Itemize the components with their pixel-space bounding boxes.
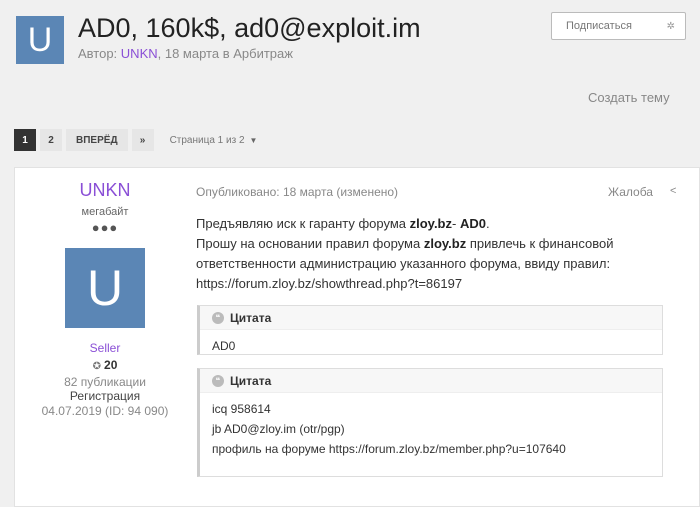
post-paragraph: Предъявляю иск к гаранту форума zloy.bz-…	[196, 214, 676, 234]
author-reputation: ✪ 20	[15, 358, 195, 372]
topic-meta: Автор: UNKN, 18 марта в Арбитраж	[78, 46, 293, 61]
quote-line: icq 958614	[212, 402, 271, 416]
quote-header: ❝ Цитата	[200, 369, 662, 393]
post-content: Предъявляю иск к гаранту форума zloy.bz-…	[196, 214, 676, 294]
reputation-value: 20	[104, 358, 118, 372]
post: UNKN мегабайт ●●● U Seller ✪ 20 82 публик…	[14, 167, 700, 507]
quote-line: jb AD0@zloy.im (otr/pgp)	[212, 422, 345, 436]
page-title: AD0, 160k$, ad0@exploit.im	[78, 13, 421, 43]
quote-line: профиль на форуме https://forum.zloy.bz/…	[212, 442, 566, 456]
post-body: Опубликовано: 18 марта (изменено) Жалоба…	[196, 168, 696, 506]
gear-icon: ✲	[666, 20, 675, 32]
quote-icon: ❝	[212, 311, 224, 324]
topic-author-link[interactable]: UNKN	[121, 46, 158, 61]
page-1-button[interactable]: 1	[14, 129, 36, 151]
quote-body: icq 958614 jb AD0@zloy.im (otr/pgp) проф…	[200, 393, 662, 465]
author-registration: 04.07.2019 (ID: 94 090)	[41, 404, 169, 418]
follow-button[interactable]: Подписаться ✲	[551, 12, 686, 40]
report-link[interactable]: Жалоба	[608, 185, 653, 199]
author-post-count: 82 публикации	[64, 375, 146, 389]
rank-pips: ●●●	[91, 220, 119, 235]
quote-title: Цитата	[230, 373, 272, 388]
meta-suffix: , 18 марта в Арбитраж	[157, 46, 293, 61]
post-author-name[interactable]: UNKN	[15, 180, 195, 201]
author-registration-label: Регистрация	[69, 389, 141, 403]
page-info-text: Страница 1 из 2	[169, 134, 245, 146]
pagination: 1 2 ВПЕРЁД » Страница 1 из 2 ▼	[14, 129, 257, 151]
post-author-panel: UNKN мегабайт ●●● U Seller ✪ 20 82 публик…	[15, 168, 195, 506]
topic-author-avatar[interactable]: U	[16, 16, 64, 64]
author-rank: мегабайт	[81, 206, 129, 218]
forum-name: zloy.bz	[423, 236, 467, 251]
target-name: AD0	[459, 216, 486, 231]
page-jump-dropdown[interactable]: Страница 1 из 2 ▼	[170, 135, 258, 146]
quote-block: ❝ Цитата AD0	[197, 305, 663, 355]
avatar-letter: U	[27, 20, 53, 59]
avatar-letter: U	[86, 260, 124, 316]
quote-block: ❝ Цитата icq 958614 jb AD0@zloy.im (otr/p…	[197, 368, 663, 477]
quote-title: Цитата	[230, 310, 272, 325]
quote-header: ❝ Цитата	[200, 306, 662, 330]
last-page-button[interactable]: »	[131, 129, 154, 151]
text-span: .	[485, 216, 490, 231]
post-date: Опубликовано: 18 марта (изменено)	[196, 185, 399, 199]
text-span: Прошу на основании правил форума	[196, 236, 424, 251]
meta-prefix: Автор:	[78, 46, 121, 61]
post-paragraph: Прошу на основании правил форума zloy.bz…	[196, 234, 676, 294]
quote-body: AD0	[200, 330, 662, 362]
post-author-avatar[interactable]: U	[65, 248, 145, 328]
follow-button-label: Подписаться	[566, 20, 632, 32]
page-2-button[interactable]: 2	[40, 129, 62, 151]
quote-icon: ❝	[212, 374, 224, 387]
next-page-button[interactable]: ВПЕРЁД	[66, 129, 128, 151]
create-topic-link[interactable]: Создать тему	[588, 90, 670, 105]
text-span: Предъявляю иск к гаранту форума	[196, 216, 410, 231]
share-icon[interactable]: <	[670, 185, 676, 197]
text-span: -	[452, 216, 460, 231]
caret-down-icon: ▼	[249, 135, 258, 145]
reputation-icon: ✪	[92, 361, 102, 372]
quote-line: AD0	[212, 339, 236, 353]
forum-name: zloy.bz	[409, 216, 452, 231]
author-group: Seller	[89, 341, 121, 355]
